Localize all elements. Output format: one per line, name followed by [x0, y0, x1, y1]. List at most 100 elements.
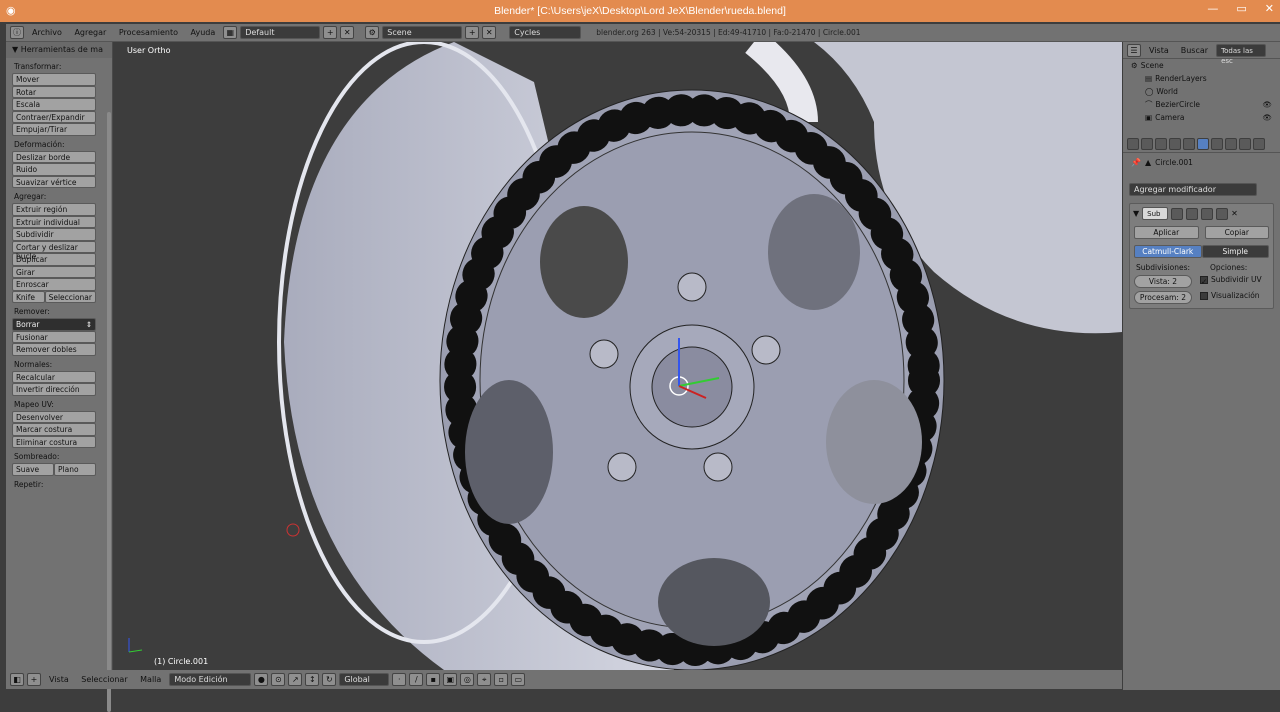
menu-ayuda[interactable]: Ayuda [186, 28, 221, 37]
loop-cut-button[interactable]: Cortar y deslizar bucle [12, 240, 96, 260]
extrude-individual-button[interactable]: Extruir individual [12, 215, 96, 228]
maximize-icon[interactable]: ▭ [1236, 2, 1246, 15]
modifiers-tab-icon[interactable] [1197, 138, 1209, 150]
proportional-icon[interactable]: ◎ [460, 673, 475, 686]
minimize-icon[interactable]: — [1207, 2, 1218, 15]
edge-slide-button[interactable]: Deslizar borde [12, 150, 96, 163]
screw-button[interactable]: Enroscar [12, 278, 96, 291]
modifier-name-field[interactable]: Sub [1142, 207, 1169, 220]
extrude-region-button[interactable]: Extruir región [12, 203, 96, 216]
subdivide-uv-checkbox[interactable]: ✓ Subdividir UV [1200, 275, 1262, 288]
scene-tab-icon[interactable] [1141, 138, 1153, 150]
remove-doubles-button[interactable]: Remover dobles [12, 343, 96, 356]
flat-button[interactable]: Plano [54, 463, 96, 476]
simple-button[interactable]: Simple [1201, 245, 1269, 258]
flip-direction-button[interactable]: Invertir dirección [12, 383, 96, 396]
face-select-icon[interactable]: ▪ [426, 673, 441, 686]
smooth-button[interactable]: Suave [12, 463, 54, 476]
pivot-icon[interactable]: ⊙ [271, 673, 286, 686]
rotate-manip-icon[interactable]: ↻ [322, 673, 337, 686]
remove-screen-icon[interactable]: ✕ [340, 26, 355, 39]
close-icon[interactable]: ✕ [1265, 2, 1274, 15]
rotate-button[interactable]: Rotar [12, 85, 96, 98]
screen-layout-icon[interactable]: ▦ [223, 26, 238, 39]
render-levels-field[interactable]: Procesam: 2 [1134, 291, 1192, 304]
blender-logo-icon[interactable]: ◉ [6, 4, 19, 17]
menu-malla[interactable]: Malla [135, 675, 166, 684]
outliner-type-icon[interactable]: ☰ [1127, 43, 1141, 57]
outliner-filter-select[interactable]: Todas las esc [1216, 43, 1267, 65]
noise-button[interactable]: Ruido [12, 163, 96, 176]
tool-shelf-scrollbar[interactable] [107, 112, 111, 712]
menu-procesamiento[interactable]: Procesamiento [114, 28, 183, 37]
visibility-eye-icon[interactable]: 👁 [1262, 113, 1272, 122]
view3d-type-icon[interactable]: ◧ [10, 673, 24, 686]
outliner-item-world[interactable]: ◯ World [1123, 85, 1280, 98]
outliner-item-renderlayers[interactable]: ▤ RenderLayers [1123, 72, 1280, 85]
menu-toggle-icon[interactable]: + [27, 673, 41, 686]
data-tab-icon[interactable] [1211, 138, 1223, 150]
editmode-icon[interactable] [1171, 207, 1184, 220]
scale-button[interactable]: Escala [12, 98, 96, 111]
mode-select[interactable]: Modo Edición [169, 673, 252, 686]
add-modifier-select[interactable]: Agregar modificador [1129, 183, 1257, 196]
3d-viewport[interactable]: User Ortho (1) Circle.001 [114, 42, 1122, 670]
screen-layout-field[interactable]: Default [240, 26, 321, 39]
spin-button[interactable]: Girar [12, 265, 96, 278]
orientation-select[interactable]: Global [339, 673, 390, 686]
smooth-vertex-button[interactable]: Suavizar vértice [12, 175, 96, 188]
pin-icon[interactable]: 📌 [1131, 158, 1141, 167]
select-button[interactable]: Seleccionar [44, 290, 96, 303]
world-tab-icon[interactable] [1155, 138, 1167, 150]
outliner-menu-vista[interactable]: Vista [1145, 46, 1173, 55]
add-screen-icon[interactable]: + [323, 26, 338, 39]
manipulator-icon[interactable]: ↗ [288, 673, 303, 686]
add-scene-icon[interactable]: + [465, 26, 480, 39]
occlude-icon[interactable]: ▣ [443, 673, 458, 686]
tool-shelf-title[interactable]: ▼ Herramientas de ma [6, 42, 112, 58]
render-tab-icon[interactable] [1127, 138, 1139, 150]
remove-scene-icon[interactable]: ✕ [482, 26, 497, 39]
snap-icon[interactable]: ⌖ [477, 673, 492, 686]
physics-tab-icon[interactable] [1253, 138, 1265, 150]
visibility-eye-icon[interactable]: 👁 [1262, 100, 1272, 109]
render-display-icon[interactable] [1201, 207, 1214, 220]
remove-modifier-icon[interactable]: ✕ [1231, 209, 1238, 218]
outliner-item-camera[interactable]: ▣ Camera 👁 [1123, 111, 1280, 124]
optimal-display-checkbox[interactable]: Visualización [1200, 291, 1260, 304]
menu-agregar[interactable]: Agregar [69, 28, 111, 37]
menu-vista[interactable]: Vista [44, 675, 74, 684]
material-tab-icon[interactable] [1225, 138, 1237, 150]
mark-seam-button[interactable]: Marcar costura [12, 423, 96, 436]
object-tab-icon[interactable] [1169, 138, 1181, 150]
menu-seleccionar[interactable]: Seleccionar [76, 675, 132, 684]
clear-seam-button[interactable]: Eliminar costura [12, 435, 96, 448]
shrink-fatten-button[interactable]: Contraer/Expandir [12, 110, 96, 123]
outliner-menu-buscar[interactable]: Buscar [1177, 46, 1212, 55]
push-pull-button[interactable]: Empujar/Tirar [12, 123, 96, 136]
render-preview-icon[interactable]: ▭ [511, 673, 526, 686]
edge-select-icon[interactable]: / [409, 673, 424, 686]
apply-button[interactable]: Aplicar [1134, 226, 1199, 239]
collapse-icon[interactable]: ▼ [1133, 209, 1139, 218]
copy-button[interactable]: Copiar [1204, 226, 1269, 239]
snap-target-icon[interactable]: ▫ [494, 673, 509, 686]
knife-button[interactable]: Knife [12, 290, 45, 303]
outliner-item-beziercircle[interactable]: ⌒ BezierCircle 👁 [1123, 98, 1280, 111]
viewport-display-icon[interactable] [1186, 207, 1199, 220]
merge-button[interactable]: Fusionar [12, 330, 96, 343]
duplicate-button[interactable]: Duplicar [12, 253, 96, 266]
delete-dropdown[interactable]: Borrar ⇕ [12, 318, 96, 331]
render-engine-select[interactable]: Cycles [509, 26, 582, 39]
shading-icon[interactable]: ● [254, 673, 269, 686]
texture-tab-icon[interactable] [1239, 138, 1251, 150]
catmull-clark-button[interactable]: Catmull-Clark [1134, 245, 1202, 258]
translate-manip-icon[interactable]: ↕ [305, 673, 320, 686]
move-button[interactable]: Mover [12, 73, 96, 86]
scene-icon[interactable]: ⚙ [365, 26, 380, 39]
view-levels-field[interactable]: Vista: 2 [1134, 275, 1192, 288]
editor-type-icon[interactable]: ⓘ [10, 26, 24, 39]
vertex-select-icon[interactable]: · [392, 673, 407, 686]
outliner-item-scene[interactable]: ⚙ Scene [1123, 59, 1280, 72]
menu-archivo[interactable]: Archivo [27, 28, 67, 37]
